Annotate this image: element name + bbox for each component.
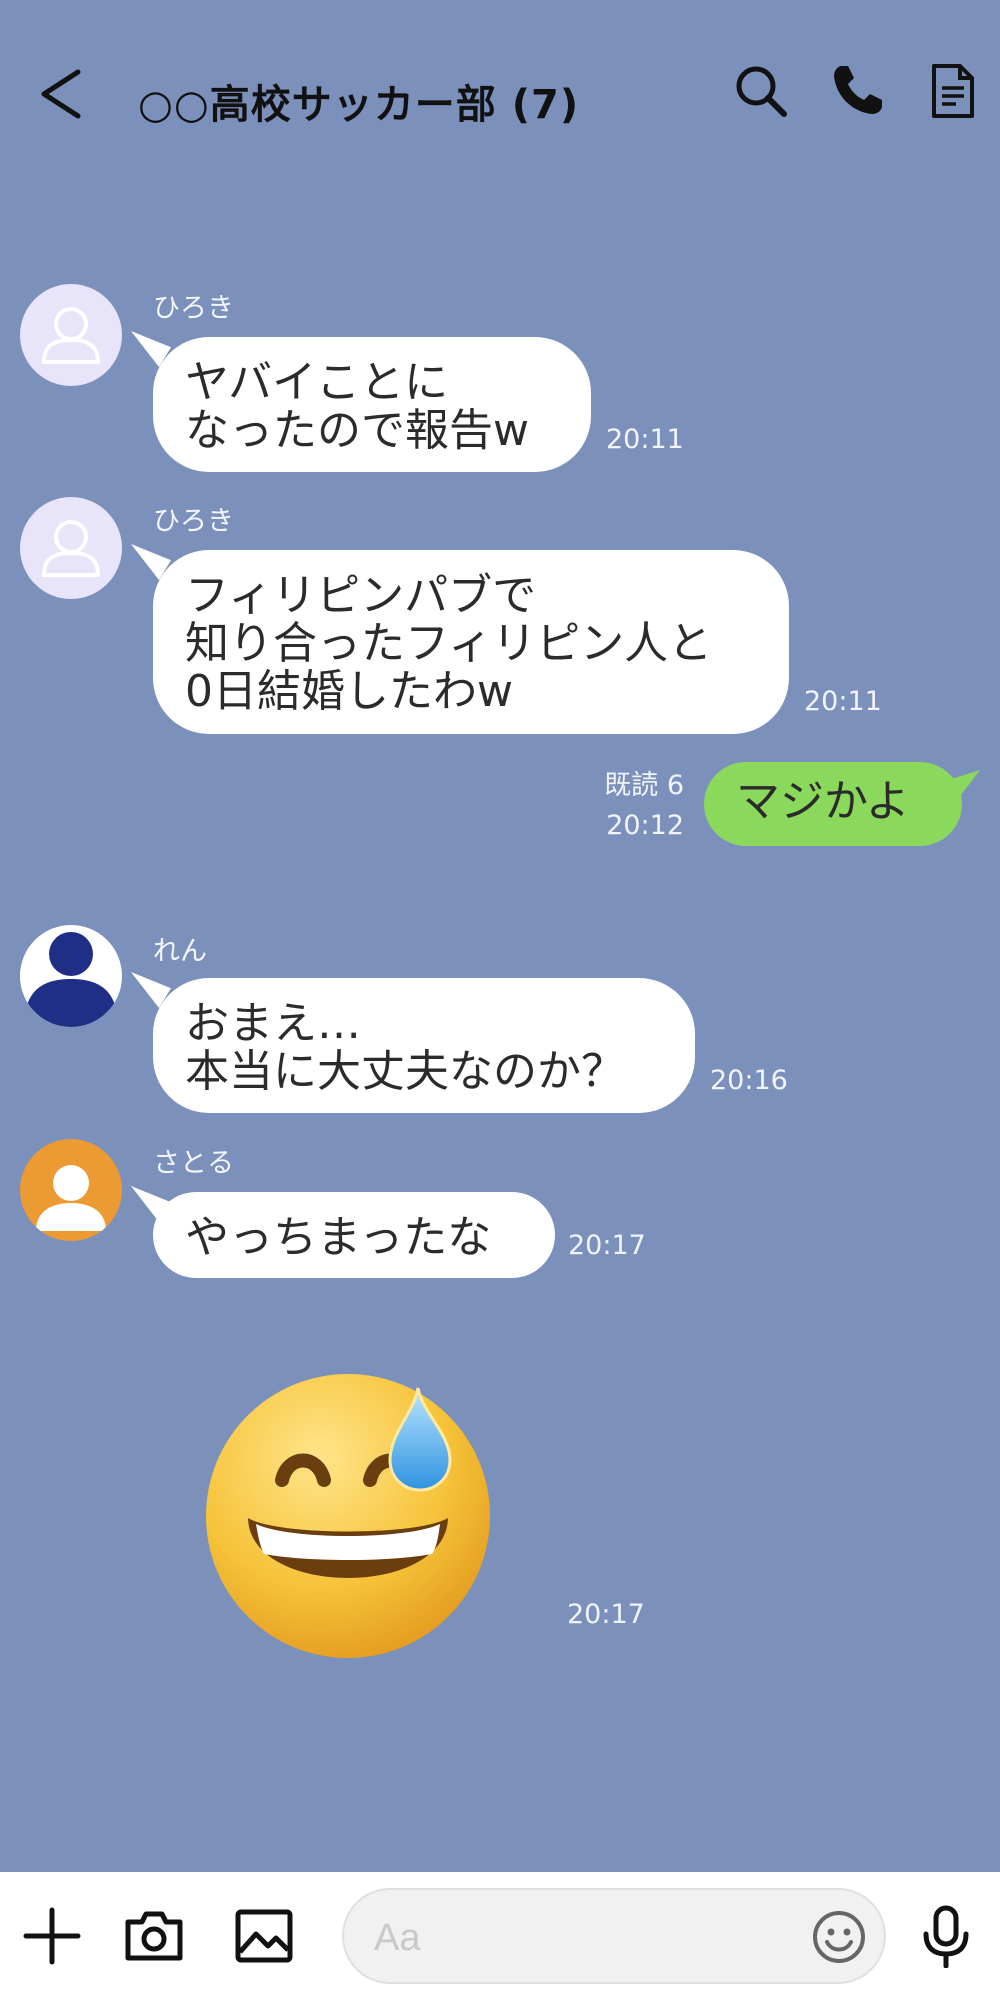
- message-time: 20:11: [804, 686, 882, 717]
- chat-header: ○○高校サッカー部 (7): [0, 0, 1000, 200]
- sender-name: れん: [153, 936, 207, 967]
- message-bubble[interactable]: やっちまったな: [153, 1192, 555, 1278]
- emoji-icon[interactable]: [810, 1908, 868, 1966]
- sender-name: さとる: [153, 1148, 234, 1179]
- back-arrow-icon[interactable]: [34, 64, 94, 124]
- message-time: 20:12: [606, 810, 684, 841]
- plus-icon[interactable]: [20, 1904, 84, 1968]
- avatar[interactable]: [20, 1139, 122, 1241]
- default-user-icon: [41, 307, 101, 364]
- message-bubble[interactable]: フィリピンパブで 知り合ったフィリピン人と 0日結婚したわw: [153, 550, 789, 734]
- camera-icon[interactable]: [122, 1904, 186, 1968]
- read-receipt: 既読 6 20:12: [580, 766, 684, 846]
- image-icon[interactable]: [232, 1904, 296, 1968]
- avatar[interactable]: [20, 284, 122, 386]
- avatar[interactable]: [20, 497, 122, 599]
- message-input-bar: [0, 1872, 1000, 2002]
- default-user-icon: [41, 520, 101, 577]
- message-time: 20:16: [710, 1065, 788, 1096]
- user-silhouette-icon: [36, 1165, 106, 1231]
- user-silhouette-icon: [24, 932, 118, 1027]
- message-bubble[interactable]: ヤバイことに なったので報告w: [153, 337, 591, 472]
- message-bubble[interactable]: おまえ… 本当に大丈夫なのか？: [153, 978, 695, 1113]
- grinning-face-with-sweat-icon[interactable]: [200, 1368, 496, 1664]
- outgoing-message-bubble[interactable]: マジかよ: [704, 762, 962, 846]
- microphone-icon[interactable]: [914, 1904, 978, 1968]
- avatar[interactable]: [20, 925, 122, 1027]
- sender-name: ひろき: [153, 293, 234, 324]
- message-input-wrapper: [342, 1888, 886, 1984]
- search-icon[interactable]: [732, 62, 790, 120]
- message-time: 20:11: [606, 424, 684, 455]
- notes-icon[interactable]: [922, 62, 980, 120]
- message-input[interactable]: [374, 1910, 794, 1966]
- chat-title: ○○高校サッカー部 (7): [138, 82, 580, 128]
- message-time: 20:17: [567, 1599, 645, 1630]
- read-count: 既読 6: [604, 770, 684, 801]
- sender-name: ひろき: [153, 506, 234, 537]
- message-time: 20:17: [568, 1230, 646, 1261]
- phone-icon[interactable]: [828, 62, 886, 120]
